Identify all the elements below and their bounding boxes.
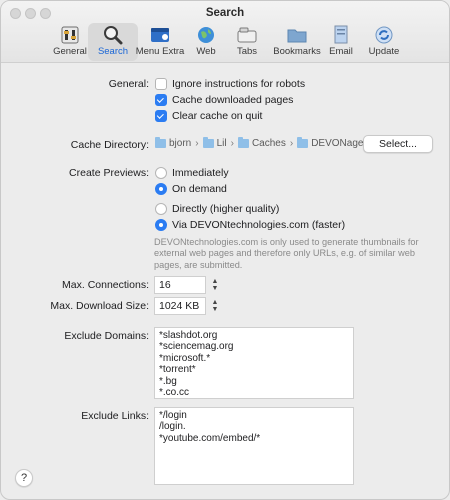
toolbar-item-menu-extra[interactable]: Menu Extra [133,23,187,61]
toolbar-item-bookmarks[interactable]: Bookmarks [271,23,323,61]
chevron-right-icon: › [230,138,234,149]
radio-label: Directly (higher quality) [172,203,280,215]
exclude-links-textarea[interactable]: */login /login. *youtube.com/embed/* [154,407,354,485]
radio-button[interactable] [155,183,167,195]
checkbox-label: Clear cache on quit [172,110,263,122]
exclude-domains-label: Exclude Domains: [64,330,149,342]
chevron-up-icon[interactable]: ▲ [212,299,219,306]
checkbox-box[interactable] [155,94,167,106]
link-line: */login [159,410,187,421]
preferences-window: Search General Search Menu Extra Web Tab… [0,0,450,500]
radio-label: Via DEVONtechnologies.com (faster) [172,219,346,231]
update-icon [375,26,393,44]
tabs-icon [237,27,257,43]
cache-directory-label: Cache Directory: [70,139,149,151]
link-line: /login. [159,421,186,433]
window-title: Search [205,7,245,19]
chevron-down-icon[interactable]: ▼ [212,285,219,292]
folder-icon [155,137,166,148]
folder-icon [237,137,249,148]
radio-label: Immediately [172,167,229,179]
cache-pages-checkbox[interactable]: Cache downloaded pages [155,94,293,106]
magnifier-icon [104,26,123,45]
ignore-robots-checkbox[interactable]: Ignore instructions for robots [155,78,305,90]
domain-line: *sciencemag.org [159,341,234,353]
toolbar-item-search[interactable]: Search [88,23,138,61]
general-label: General: [108,78,149,90]
domain-line: *.co.cc [159,387,190,399]
select-directory-button[interactable]: Select... [363,135,433,153]
max-download-size-label: Max. Download Size: [50,300,149,312]
cache-path-control[interactable]: bjorn › Lil › Caches › DEVONagent [155,137,372,149]
checkbox-label: Cache downloaded pages [172,94,294,106]
folder-icon [202,137,214,148]
path-segment: bjorn [169,138,192,149]
previews-note: DEVONtechnologies.com is only used to ge… [154,237,419,270]
max-connections-label: Max. Connections: [62,279,149,291]
toolbar-item-tabs[interactable]: Tabs [222,23,272,61]
clear-cache-checkbox[interactable]: Clear cache on quit [155,110,262,122]
help-button[interactable]: ? [15,469,33,487]
max-download-size-field[interactable]: 1024 KB [154,297,206,315]
toolbar-item-update[interactable]: Update [359,23,409,61]
radio-button[interactable] [155,167,167,179]
radio-label: On demand [172,183,227,195]
chevron-up-icon[interactable]: ▲ [212,278,219,285]
chevron-down-icon[interactable]: ▼ [212,306,219,313]
previews-on-demand-radio[interactable]: On demand [155,183,227,195]
max-download-size-stepper[interactable]: ▲ ▼ [210,297,220,315]
exclude-domains-textarea[interactable]: *slashdot.org *sciencemag.org *microsoft… [154,327,354,399]
link-line: *youtube.com/embed/* [159,432,261,444]
chevron-right-icon: › [195,138,199,149]
create-previews-label: Create Previews: [69,167,149,179]
chevron-right-icon: › [289,138,294,149]
globe-icon [198,27,214,43]
domain-line: *torrent* [159,364,196,376]
checkbox-box[interactable] [155,78,167,90]
previews-directly-radio[interactable]: Directly (higher quality) [155,203,279,215]
domain-line: *slashdot.org [159,330,218,341]
title-bar: Search General Search Menu Extra Web Tab… [1,1,449,63]
domain-line: *.bg [159,375,177,387]
max-connections-field[interactable]: 16 [154,276,206,294]
toolbar-item-email[interactable]: Email [318,23,364,61]
checkbox-box[interactable] [155,110,167,122]
previews-immediately-radio[interactable]: Immediately [155,167,229,179]
checkbox-label: Ignore instructions for robots [172,78,306,90]
exclude-links-label: Exclude Links: [81,410,149,422]
previews-via-devon-radio[interactable]: Via DEVONtechnologies.com (faster) [155,219,345,231]
radio-button[interactable] [155,219,167,231]
switches-icon [61,26,79,44]
radio-button[interactable] [155,203,167,215]
path-segment: Caches [251,138,286,149]
path-segment: Lil [216,138,227,149]
domain-line: *microsoft.* [159,352,211,364]
menu-extra-icon [151,28,169,42]
folder-icon [287,29,307,43]
folder-icon [297,137,309,148]
max-connections-stepper[interactable]: ▲ ▼ [210,276,220,294]
email-icon [334,25,348,44]
